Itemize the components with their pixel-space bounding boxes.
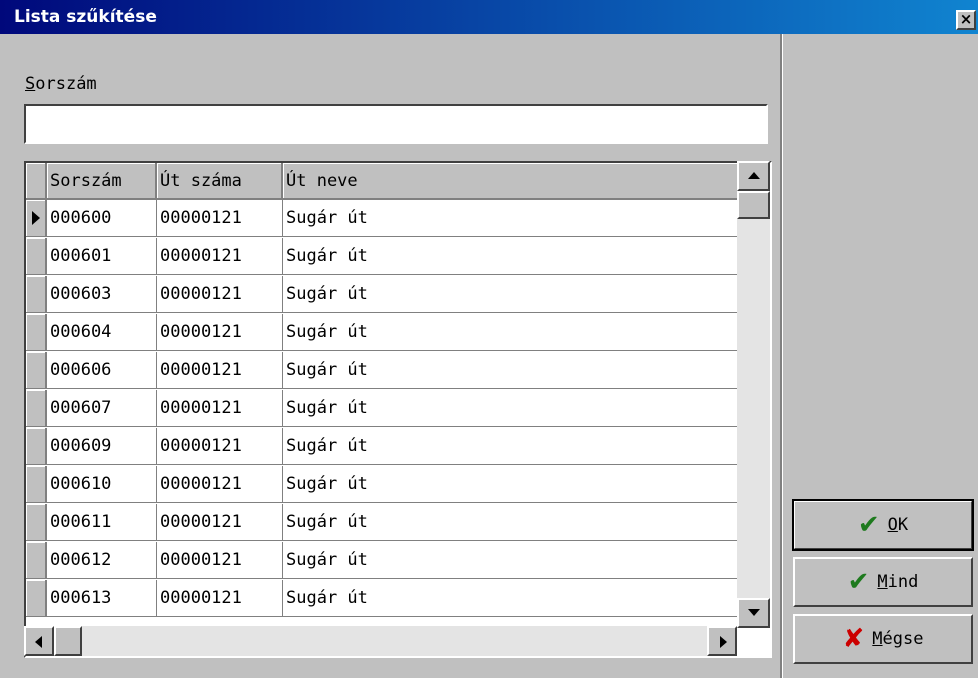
table-cell[interactable]: Sugár út bbox=[283, 238, 741, 275]
arrow-right-icon bbox=[720, 636, 727, 648]
scroll-down-button[interactable] bbox=[737, 598, 770, 628]
cancel-rest: égse bbox=[882, 629, 924, 649]
table-row[interactable]: 000609 00000121 Sugár út bbox=[26, 428, 741, 465]
row-indicator[interactable] bbox=[26, 276, 47, 313]
table-cell[interactable]: 000603 bbox=[47, 276, 157, 313]
table-row[interactable]: 000610 00000121 Sugár út bbox=[26, 466, 741, 503]
table-row[interactable]: 000611 00000121 Sugár út bbox=[26, 504, 741, 541]
row-indicator[interactable] bbox=[26, 504, 47, 541]
row-indicator[interactable] bbox=[26, 238, 47, 275]
table-cell[interactable]: Sugár út bbox=[283, 466, 741, 503]
arrow-down-icon bbox=[747, 609, 760, 616]
mind-label: Mind bbox=[877, 572, 918, 592]
cross-icon: ✘ bbox=[842, 624, 865, 654]
arrow-up-icon bbox=[747, 172, 760, 179]
table-cell[interactable]: 00000121 bbox=[157, 314, 283, 351]
table-row[interactable]: 000607 00000121 Sugár út bbox=[26, 390, 741, 427]
grid-header: Sorszám Út száma Út neve bbox=[26, 163, 741, 200]
cancel-label: Mégse bbox=[872, 629, 923, 649]
table-cell[interactable]: Sugár út bbox=[283, 390, 741, 427]
scroll-left-button[interactable] bbox=[24, 626, 54, 656]
close-icon: × bbox=[959, 10, 973, 28]
table-cell[interactable]: Sugár út bbox=[283, 200, 741, 237]
current-row-arrow-icon bbox=[32, 211, 40, 225]
ok-label: OK bbox=[888, 515, 909, 535]
table-cell[interactable]: 00000121 bbox=[157, 428, 283, 465]
table-cell[interactable]: 00000121 bbox=[157, 390, 283, 427]
column-header-ut-neve[interactable]: Út neve bbox=[283, 163, 741, 200]
data-grid: Sorszám Út száma Út neve 000600 00000121 S… bbox=[24, 161, 772, 658]
table-cell[interactable]: 00000121 bbox=[157, 200, 283, 237]
mind-accel: M bbox=[877, 572, 888, 592]
ok-rest: K bbox=[897, 515, 909, 535]
table-cell[interactable]: 00000121 bbox=[157, 504, 283, 541]
scroll-right-button[interactable] bbox=[707, 626, 737, 656]
row-indicator[interactable] bbox=[26, 200, 47, 237]
table-cell[interactable]: Sugár út bbox=[283, 428, 741, 465]
column-header-ut-szama[interactable]: Út száma bbox=[157, 163, 283, 200]
header-indicator bbox=[26, 163, 47, 200]
table-cell[interactable]: 000600 bbox=[47, 200, 157, 237]
ok-button[interactable]: ✔ OK bbox=[792, 499, 974, 551]
row-indicator[interactable] bbox=[26, 580, 47, 617]
table-row[interactable]: 000604 00000121 Sugár út bbox=[26, 314, 741, 351]
table-cell[interactable]: 00000121 bbox=[157, 466, 283, 503]
vertical-scroll-thumb[interactable] bbox=[737, 191, 770, 219]
double-check-icon: ✔ bbox=[847, 567, 870, 597]
table-row[interactable]: 000613 00000121 Sugár út bbox=[26, 580, 741, 617]
table-cell[interactable]: 000607 bbox=[47, 390, 157, 427]
table-cell[interactable]: Sugár út bbox=[283, 314, 741, 351]
table-row[interactable]: 000600 00000121 Sugár út bbox=[26, 200, 741, 237]
table-cell[interactable]: 000604 bbox=[47, 314, 157, 351]
table-cell[interactable]: Sugár út bbox=[283, 276, 741, 313]
mind-button[interactable]: ✔ Mind bbox=[793, 557, 973, 607]
table-cell[interactable]: Sugár út bbox=[283, 504, 741, 541]
table-cell[interactable]: 00000121 bbox=[157, 352, 283, 389]
table-cell[interactable]: 000612 bbox=[47, 542, 157, 579]
filter-input[interactable] bbox=[24, 104, 768, 144]
table-cell[interactable]: 000610 bbox=[47, 466, 157, 503]
title-bar: Lista szűkítése × bbox=[0, 0, 978, 34]
row-indicator[interactable] bbox=[26, 390, 47, 427]
row-indicator[interactable] bbox=[26, 428, 47, 465]
table-cell[interactable]: 000609 bbox=[47, 428, 157, 465]
horizontal-scroll-thumb[interactable] bbox=[54, 626, 82, 656]
filter-label-rest: orszám bbox=[35, 74, 97, 94]
arrow-left-icon bbox=[35, 636, 42, 648]
table-cell[interactable]: 00000121 bbox=[157, 580, 283, 617]
table-row[interactable]: 000601 00000121 Sugár út bbox=[26, 238, 741, 275]
table-cell[interactable]: Sugár út bbox=[283, 580, 741, 617]
close-button[interactable]: × bbox=[956, 10, 976, 30]
row-indicator[interactable] bbox=[26, 542, 47, 579]
table-cell[interactable]: Sugár út bbox=[283, 352, 741, 389]
ok-accel: O bbox=[887, 515, 898, 535]
table-cell[interactable]: 00000121 bbox=[157, 276, 283, 313]
table-cell[interactable]: 000606 bbox=[47, 352, 157, 389]
filter-label-accel: S bbox=[25, 74, 36, 94]
table-cell[interactable]: 000613 bbox=[47, 580, 157, 617]
filter-label: Sorszám bbox=[25, 74, 97, 94]
table-cell[interactable]: 00000121 bbox=[157, 542, 283, 579]
table-cell[interactable]: Sugár út bbox=[283, 542, 741, 579]
row-indicator[interactable] bbox=[26, 466, 47, 503]
cancel-accel: M bbox=[872, 629, 883, 649]
horizontal-scrollbar[interactable] bbox=[24, 626, 737, 656]
cancel-button[interactable]: ✘ Mégse bbox=[793, 614, 973, 664]
mind-rest: ind bbox=[887, 572, 919, 592]
vertical-scrollbar[interactable] bbox=[737, 161, 770, 628]
row-indicator[interactable] bbox=[26, 314, 47, 351]
scroll-up-button[interactable] bbox=[737, 161, 770, 191]
table-row[interactable]: 000612 00000121 Sugár út bbox=[26, 542, 741, 579]
table-cell[interactable]: 000611 bbox=[47, 504, 157, 541]
check-icon: ✔ bbox=[857, 510, 880, 540]
table-cell[interactable]: 00000121 bbox=[157, 238, 283, 275]
row-indicator[interactable] bbox=[26, 352, 47, 389]
window-title: Lista szűkítése bbox=[14, 7, 157, 27]
table-row[interactable]: 000606 00000121 Sugár út bbox=[26, 352, 741, 389]
table-row[interactable]: 000603 00000121 Sugár út bbox=[26, 276, 741, 313]
table-cell[interactable]: 000601 bbox=[47, 238, 157, 275]
column-header-sorszam[interactable]: Sorszám bbox=[47, 163, 157, 200]
